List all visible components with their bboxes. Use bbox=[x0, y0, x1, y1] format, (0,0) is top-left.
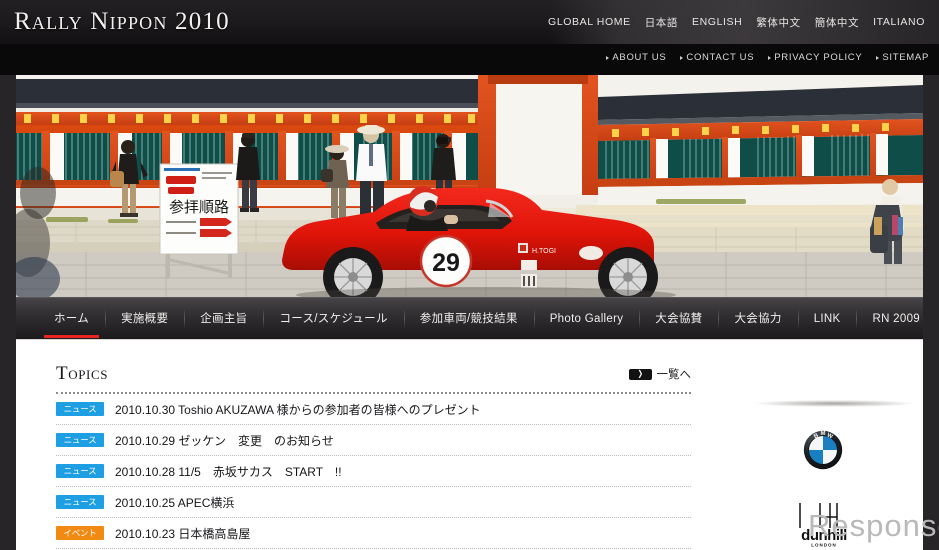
bmw-logo[interactable]: B M W bbox=[803, 430, 843, 470]
topic-link[interactable]: 2010.10.28 11/5 赤坂サカス START !! bbox=[115, 463, 342, 480]
nav-item-home[interactable]: ホーム bbox=[38, 298, 105, 340]
utility-link-sitemap[interactable]: SITEMAP bbox=[876, 52, 929, 63]
topic-row[interactable]: ニュース 2010.10.28 11/5 赤坂サカス START !! bbox=[56, 456, 691, 487]
hero-sign-text: 参拝順路 bbox=[169, 198, 229, 216]
utility-nav: ABOUT US CONTACT US PRIVACY POLICY SITEM… bbox=[606, 52, 929, 63]
topic-link[interactable]: 2010.10.29 ゼッケン 変更 のお知らせ bbox=[115, 432, 334, 449]
status-badge: ニュース bbox=[56, 402, 104, 416]
top-header-bar: Rally Nippon 2010 GLOBAL HOME 日本語 ENGLIS… bbox=[0, 0, 939, 75]
nav-item-rn-2009[interactable]: RN 2009 bbox=[856, 298, 936, 340]
topic-row[interactable]: ニュース 2010.10.25 APEC横浜 bbox=[56, 487, 691, 518]
utility-link-privacy-policy[interactable]: PRIVACY POLICY bbox=[768, 52, 862, 63]
arrow-right-icon bbox=[606, 55, 610, 60]
nav-item-photo-gallery[interactable]: Photo Gallery bbox=[533, 298, 640, 340]
utility-link-contact-us[interactable]: CONTACT US bbox=[680, 52, 754, 63]
topic-link[interactable]: 2010.10.23 日本橋高島屋 bbox=[115, 525, 250, 542]
sponsor-sidebar: B M W dunhill LONDON bbox=[726, 340, 923, 550]
lang-link-traditional-chinese[interactable]: 繁体中文 bbox=[756, 15, 800, 30]
lang-link-simplified-chinese[interactable]: 簡体中文 bbox=[815, 15, 859, 30]
lang-link-global-home[interactable]: GLOBAL HOME bbox=[548, 16, 631, 28]
status-badge: ニュース bbox=[56, 433, 104, 447]
main-navigation: ホーム 実施概要 企画主旨 コース/スケジュール 参加車両/競技結果 Photo… bbox=[16, 297, 923, 339]
nav-item-entrants-results[interactable]: 参加車両/競技結果 bbox=[403, 298, 534, 340]
utility-label-sitemap: SITEMAP bbox=[882, 52, 929, 63]
nav-item-sponsors[interactable]: 大会協賛 bbox=[639, 298, 718, 340]
language-bar: GLOBAL HOME 日本語 ENGLISH 繁体中文 簡体中文 ITALIA… bbox=[548, 0, 939, 44]
arrow-glyph: ❯ bbox=[637, 369, 643, 378]
content-area: Topics ❯ 一覧へ ニュース 2010.10.30 Toshio AKUZ… bbox=[16, 339, 923, 550]
status-badge: ニュース bbox=[56, 495, 104, 509]
arrow-right-icon: ❯ bbox=[628, 368, 652, 380]
hero-banner-image: 参拝順路 29 H.TOGI bbox=[16, 75, 923, 297]
status-badge: ニュース bbox=[56, 464, 104, 478]
topics-view-all-button[interactable]: ❯ 一覧へ bbox=[628, 366, 692, 382]
arrow-right-icon bbox=[876, 55, 880, 60]
page-root: Rally Nippon 2010 GLOBAL HOME 日本語 ENGLIS… bbox=[0, 0, 939, 550]
topic-link[interactable]: 2010.10.25 APEC横浜 bbox=[115, 494, 234, 511]
nav-item-supporters[interactable]: 大会協力 bbox=[718, 298, 797, 340]
site-logo[interactable]: Rally Nippon 2010 bbox=[14, 8, 230, 36]
sidebar-divider bbox=[754, 400, 914, 407]
dunhill-sub: LONDON bbox=[811, 543, 837, 548]
topic-row[interactable]: ニュース 2010.10.30 Toshio AKUZAWA 様からの参加者の皆… bbox=[56, 394, 691, 425]
arrow-right-icon bbox=[768, 55, 772, 60]
lang-link-english[interactable]: ENGLISH bbox=[692, 16, 742, 28]
topics-section: Topics ❯ 一覧へ ニュース 2010.10.30 Toshio AKUZ… bbox=[56, 362, 691, 549]
nav-item-overview[interactable]: 実施概要 bbox=[105, 298, 184, 340]
hero-car-number: 29 bbox=[432, 249, 460, 277]
utility-label-privacy-policy: PRIVACY POLICY bbox=[774, 52, 863, 63]
topics-header: Topics ❯ 一覧へ bbox=[56, 362, 691, 394]
utility-link-about-us[interactable]: ABOUT US bbox=[606, 52, 666, 63]
utility-label-about-us: ABOUT US bbox=[612, 52, 667, 63]
lang-link-italiano[interactable]: ITALIANO bbox=[873, 16, 925, 28]
hero-illustration: 参拝順路 29 H.TOGI bbox=[16, 75, 923, 297]
hero-car-sponsor: H.TOGI bbox=[532, 248, 556, 255]
nav-item-link[interactable]: LINK bbox=[797, 298, 857, 340]
topic-row[interactable]: ニュース 2010.10.29 ゼッケン 変更 のお知らせ bbox=[56, 425, 691, 456]
dunhill-logo[interactable]: dunhill LONDON bbox=[774, 500, 874, 548]
arrow-right-icon bbox=[680, 55, 684, 60]
nav-item-course-schedule[interactable]: コース/スケジュール bbox=[263, 298, 403, 340]
status-badge: イベント bbox=[56, 526, 104, 540]
topics-title: Topics bbox=[56, 363, 109, 384]
topic-row[interactable]: イベント 2010.10.23 日本橋高島屋 bbox=[56, 518, 691, 549]
lang-link-japanese[interactable]: 日本語 bbox=[645, 15, 678, 30]
topic-link[interactable]: 2010.10.30 Toshio AKUZAWA 様からの参加者の皆様へのプレ… bbox=[115, 401, 481, 418]
dunhill-wordmark: dunhill bbox=[801, 527, 847, 544]
utility-label-contact-us: CONTACT US bbox=[686, 52, 755, 63]
topics-view-all-label: 一覧へ bbox=[656, 369, 692, 381]
svg-text:M: M bbox=[821, 431, 826, 437]
nav-item-concept[interactable]: 企画主旨 bbox=[184, 298, 263, 340]
